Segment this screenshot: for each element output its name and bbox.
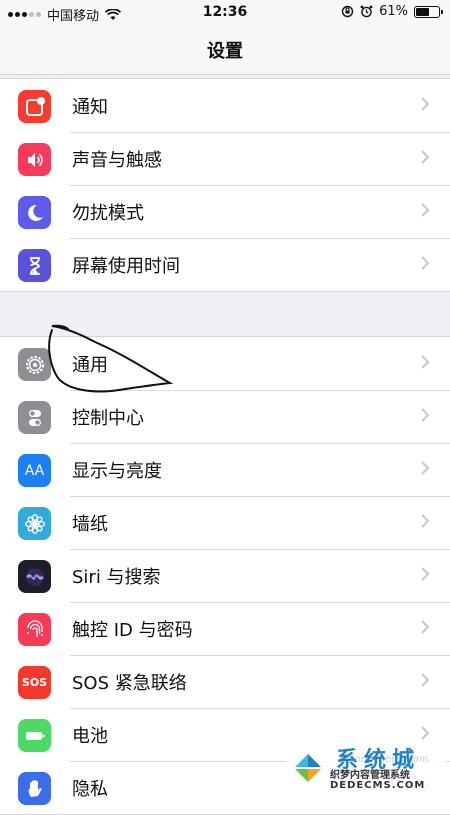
settings-row-do-not-disturb[interactable]: 勿扰模式 xyxy=(0,185,450,238)
chevron-right-icon xyxy=(421,620,430,634)
alarm-icon xyxy=(360,5,373,18)
row-label: 控制中心 xyxy=(72,407,144,429)
siri-icon xyxy=(18,560,51,593)
notification-icon xyxy=(18,90,51,123)
settings-row-general[interactable]: 通用 xyxy=(0,337,450,390)
row-label: 显示与亮度 xyxy=(72,460,162,482)
chevron-right-icon xyxy=(421,461,430,475)
settings-row-notifications[interactable]: 通知 xyxy=(0,79,450,132)
settings-row-sounds[interactable]: 声音与触感 xyxy=(0,132,450,185)
flower-icon xyxy=(18,507,51,540)
battery-percent: 61% xyxy=(379,4,408,19)
chevron-right-icon xyxy=(421,256,430,270)
watermark-subtitle: 织梦内容管理系统 xyxy=(330,770,410,781)
hourglass-icon xyxy=(18,249,51,282)
chevron-right-icon xyxy=(421,726,430,740)
chevron-right-icon xyxy=(421,97,430,111)
battery-app-icon xyxy=(18,719,51,752)
chevron-right-icon xyxy=(421,408,430,422)
row-label: 通知 xyxy=(72,96,108,118)
row-label: 屏幕使用时间 xyxy=(72,255,180,277)
row-label: 勿扰模式 xyxy=(72,202,144,224)
text-size-icon: AA xyxy=(18,454,51,487)
settings-group-1: 通知 声音与触感 勿扰模式 屏幕使用时间 xyxy=(0,78,450,292)
row-label: SOS 紧急联络 xyxy=(72,672,187,694)
chevron-right-icon xyxy=(421,514,430,528)
row-label: 隐私 xyxy=(72,778,108,800)
rotation-lock-icon xyxy=(341,5,354,18)
row-label: 触控 ID 与密码 xyxy=(72,619,193,641)
settings-row-emergency-sos[interactable]: SOS SOS 紧急联络 xyxy=(0,655,450,708)
sos-icon-glyph: SOS xyxy=(21,676,48,689)
settings-row-control-center[interactable]: 控制中心 xyxy=(0,390,450,443)
row-label: Siri 与搜索 xyxy=(72,566,161,588)
status-right: 61% xyxy=(341,4,443,19)
watermark-url: DEDECMS.COM xyxy=(330,780,426,791)
speaker-icon xyxy=(18,143,51,176)
settings-row-screen-time[interactable]: 屏幕使用时间 xyxy=(0,238,450,291)
status-bar: 中国移动 12:36 61% xyxy=(0,0,450,26)
row-label: 墙纸 xyxy=(72,513,108,535)
battery-icon xyxy=(414,5,443,18)
settings-row-display[interactable]: AA 显示与亮度 xyxy=(0,443,450,496)
chevron-right-icon xyxy=(421,567,430,581)
chevron-right-icon xyxy=(421,203,430,217)
settings-row-siri[interactable]: Siri 与搜索 xyxy=(0,549,450,602)
watermark: xitongcheng.com 系统城 织梦内容管理系统 DEDECMS.COM xyxy=(286,740,446,796)
settings-row-wallpaper[interactable]: 墙纸 xyxy=(0,496,450,549)
watermark-logo-icon xyxy=(292,752,324,784)
row-label: 通用 xyxy=(72,354,108,376)
chevron-right-icon xyxy=(421,673,430,687)
page-title: 设置 xyxy=(207,41,243,62)
toggles-icon xyxy=(18,401,51,434)
sos-icon: SOS xyxy=(18,666,51,699)
chevron-right-icon xyxy=(421,355,430,369)
row-label: 电池 xyxy=(72,725,108,747)
hand-icon xyxy=(18,772,51,805)
settings-row-touch-id[interactable]: 触控 ID 与密码 xyxy=(0,602,450,655)
row-label: 声音与触感 xyxy=(72,149,162,171)
text-size-icon-glyph: AA xyxy=(24,462,45,479)
fingerprint-icon xyxy=(18,613,51,646)
navigation-bar: 设置 xyxy=(0,26,450,75)
battery-fill xyxy=(416,7,429,16)
moon-icon xyxy=(18,196,51,229)
chevron-right-icon xyxy=(421,150,430,164)
gear-icon xyxy=(18,348,51,381)
